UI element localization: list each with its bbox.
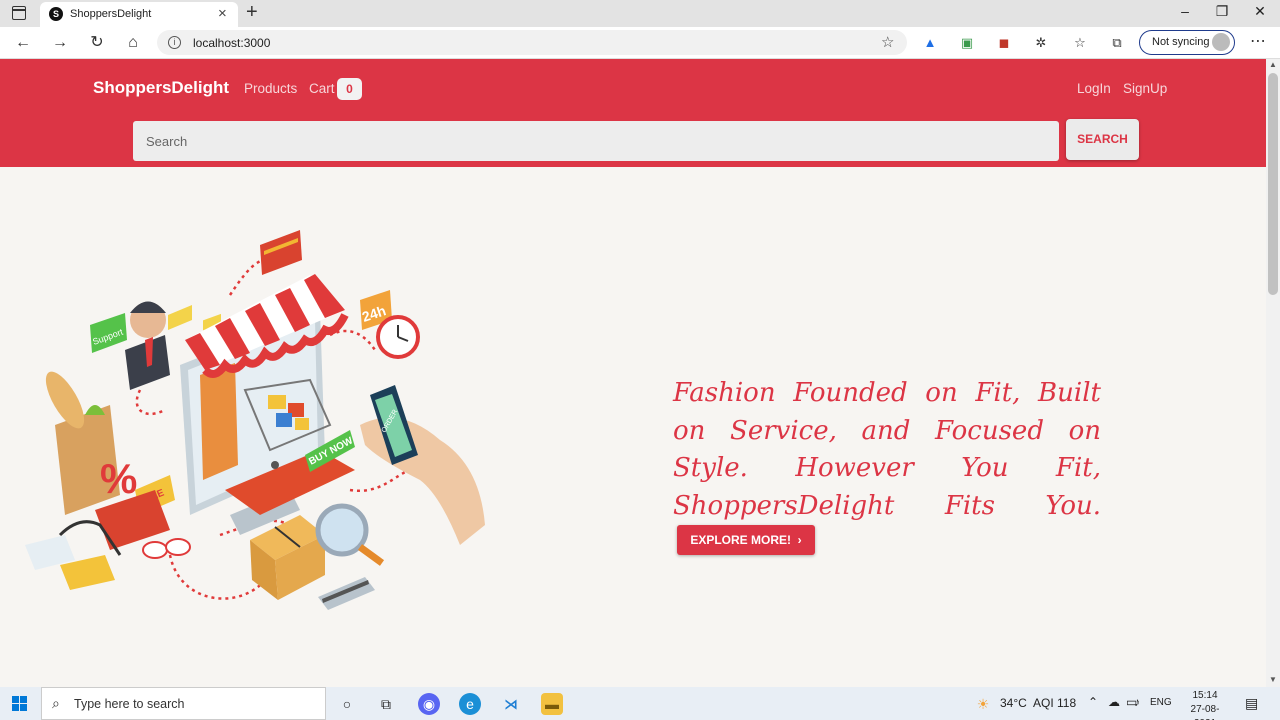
weather-icon[interactable]: ☀ <box>972 693 994 715</box>
edge-icon[interactable]: e <box>459 693 481 715</box>
favorites-icon[interactable]: ☆ <box>1071 34 1089 52</box>
tab-actions-icon[interactable] <box>12 6 26 20</box>
url-text[interactable]: localhost:3000 <box>193 36 270 50</box>
profile-sync-button[interactable]: Not syncing <box>1139 30 1235 55</box>
credit-card-icon <box>260 230 302 275</box>
aqi-value[interactable]: AQI 118 <box>1033 696 1076 710</box>
support-agent-icon <box>125 301 170 390</box>
nav-link-login[interactable]: LogIn <box>1077 81 1111 96</box>
weather-temp[interactable]: 34°C <box>1000 696 1027 710</box>
tab-title: ShoppersDelight <box>70 8 152 20</box>
vscode-icon[interactable]: ⋊ <box>500 693 522 715</box>
search-icon: ⌕ <box>52 695 60 711</box>
discord-icon[interactable]: ◉ <box>418 693 440 715</box>
chevron-up-icon[interactable]: ⌃ <box>1088 695 1098 709</box>
notification-icon[interactable]: ▤ <box>1245 695 1258 712</box>
explore-more-label: EXPLORE MORE! <box>690 533 791 547</box>
forward-icon[interactable]: → <box>49 32 71 54</box>
extension-icon[interactable]: ▣ <box>958 34 976 52</box>
chevron-right-icon: › <box>794 533 802 547</box>
site-header: ShoppersDelight Products Cart 0 LogIn Si… <box>0 59 1266 167</box>
browser-toolbar: ← → ↻ ⌂ i localhost:3000 ☆ ▲ ▣ ◼ ✲ ☆ ⧉ N… <box>0 27 1280 59</box>
search-input[interactable] <box>133 121 1059 161</box>
cart-count-badge[interactable]: 0 <box>337 78 362 100</box>
favorite-star-icon[interactable]: ☆ <box>881 33 894 51</box>
magnifier-icon <box>315 503 385 566</box>
file-explorer-icon[interactable]: ▬ <box>541 693 563 715</box>
scroll-thumb[interactable] <box>1268 73 1278 295</box>
site-info-icon[interactable]: i <box>168 36 181 49</box>
percent-icon: % <box>100 455 137 502</box>
nav-link-cart[interactable]: Cart <box>309 81 335 96</box>
new-tab-icon[interactable]: + <box>246 1 258 24</box>
percent-label: % <box>100 455 137 502</box>
collections-icon[interactable]: ⧉ <box>1108 34 1126 52</box>
os-taskbar: ⌕ Type here to search ○ ⧉ ◉ e ⋊ ▬ ☀ 34°C… <box>0 687 1280 720</box>
close-tab-icon[interactable]: × <box>218 5 227 22</box>
brand-logo[interactable]: ShoppersDelight <box>93 78 229 98</box>
nav-link-products[interactable]: Products <box>244 81 297 96</box>
minimize-icon[interactable]: – <box>1170 3 1200 19</box>
browser-tab-bar: S ShoppersDelight × + – ❐ ✕ <box>0 0 1280 27</box>
phone-hand-icon: ORDER <box>360 385 485 545</box>
clock-date: 27-08-2021 <box>1190 704 1220 720</box>
more-menu-icon[interactable]: ⋯ <box>1250 31 1266 51</box>
avatar <box>1212 33 1230 51</box>
browser-tab[interactable]: S ShoppersDelight × <box>40 2 238 27</box>
clock-time: 15:14 <box>1192 690 1218 701</box>
extensions-icon[interactable]: ✲ <box>1032 34 1050 52</box>
support-tag: Support <box>90 313 127 353</box>
cortana-icon[interactable]: ○ <box>336 693 358 715</box>
search-button[interactable]: SEARCH <box>1066 119 1139 160</box>
language-indicator[interactable]: ENG <box>1150 697 1172 708</box>
back-icon[interactable]: ← <box>12 32 34 54</box>
restore-icon[interactable]: ❐ <box>1207 3 1237 20</box>
package-box-icon <box>250 515 325 600</box>
scroll-up-icon[interactable]: ▲ <box>1269 60 1277 69</box>
close-window-icon[interactable]: ✕ <box>1245 3 1275 20</box>
refresh-icon[interactable]: ↻ <box>86 32 108 54</box>
page-scrollbar[interactable]: ▲ ▼ <box>1266 59 1280 687</box>
tagline-text: Fashion Founded on Fit, Built on Service… <box>673 378 1101 521</box>
extension-icon[interactable]: ◼ <box>995 34 1013 52</box>
extension-icon[interactable]: ▲ <box>921 34 939 52</box>
clock-icon <box>376 315 420 359</box>
address-bar[interactable]: i localhost:3000 ☆ <box>157 30 907 55</box>
windows-start-icon[interactable] <box>12 696 27 711</box>
system-clock[interactable]: 15:14 27-08-2021 <box>1180 689 1230 720</box>
hero-tagline: Fashion Founded on Fit, Built on Service… <box>673 375 1101 563</box>
taskbar-search-box[interactable]: ⌕ Type here to search <box>41 687 326 720</box>
favicon-icon: S <box>49 7 63 21</box>
cloud-icon[interactable]: ☁ <box>1108 695 1120 709</box>
volume-icon[interactable]: ♪ <box>1134 695 1140 709</box>
hero-illustration: BUY NOW Support 24h ORDER SALE <box>25 230 485 610</box>
home-icon[interactable]: ⌂ <box>122 32 144 54</box>
scroll-down-icon[interactable]: ▼ <box>1269 675 1277 684</box>
sync-label: Not syncing <box>1152 36 1210 48</box>
taskbar-search-placeholder: Type here to search <box>74 697 185 711</box>
task-view-icon[interactable]: ⧉ <box>375 693 397 715</box>
nav-link-signup[interactable]: SignUp <box>1123 81 1167 96</box>
explore-more-button[interactable]: EXPLORE MORE! › <box>677 525 815 555</box>
